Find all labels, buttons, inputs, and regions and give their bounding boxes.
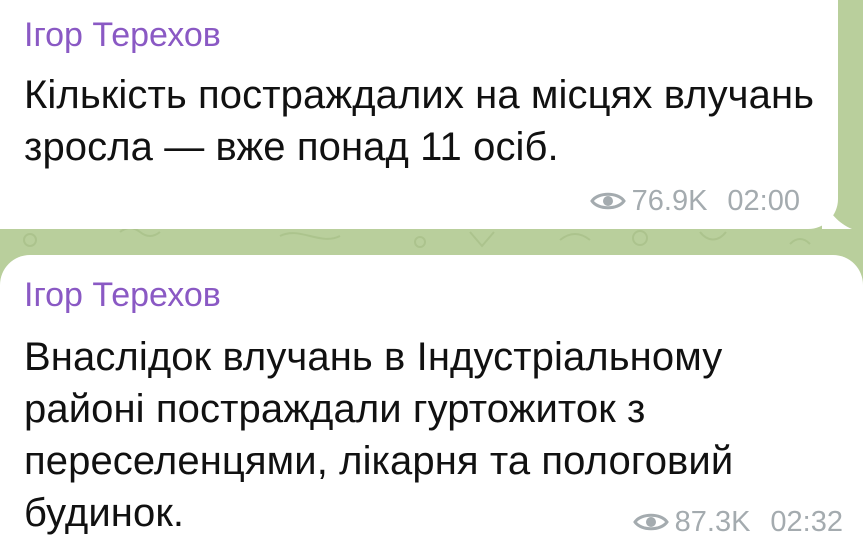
- eye-icon: [632, 513, 669, 531]
- message-bubble-1[interactable]: Ігор Терехов Кількість постраждалих на м…: [0, 0, 852, 229]
- message-text: Кількість постраждалих на місцях влучань…: [24, 73, 815, 169]
- message-time: 02:00: [727, 185, 800, 217]
- sender-name[interactable]: Ігор Терехов: [24, 275, 221, 315]
- message-time: 02:32: [770, 506, 843, 538]
- message-meta: 76.9K 02:00: [589, 184, 800, 218]
- sender-name[interactable]: Ігор Терехов: [24, 15, 221, 55]
- view-count: 87.3K: [674, 506, 751, 538]
- message-meta: 87.3K 02:32: [632, 505, 843, 539]
- eye-icon: [589, 192, 626, 210]
- message-bubble-2[interactable]: Ігор Терехов Внаслідок влучань в Індустр…: [0, 255, 863, 553]
- view-count: 76.9K: [631, 185, 708, 217]
- bubble-tail: [822, 199, 852, 229]
